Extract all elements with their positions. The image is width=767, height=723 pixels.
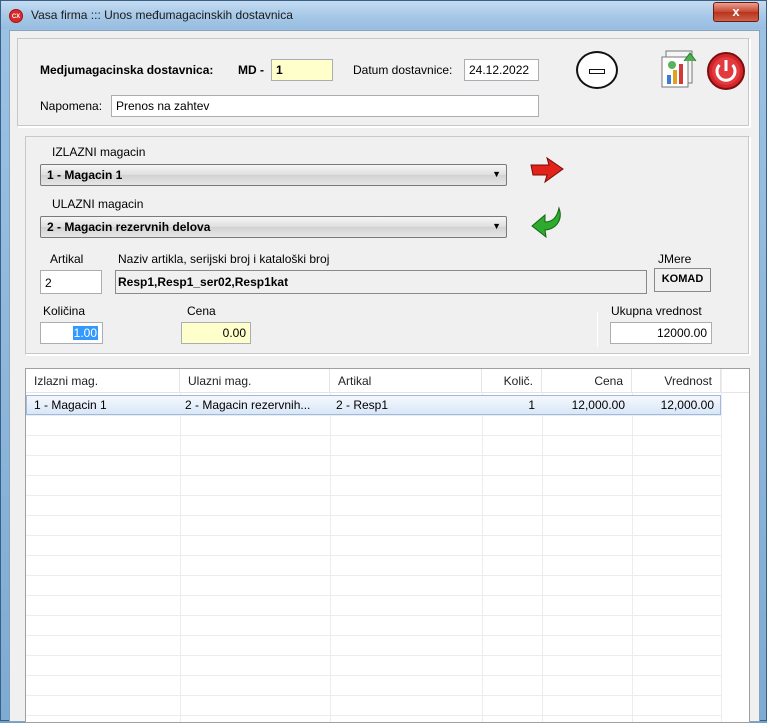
chevron-down-icon: ▼ [492, 169, 501, 179]
kolicina-value: 1.00 [72, 326, 98, 340]
grid-line [330, 393, 331, 722]
separator [597, 312, 598, 347]
col-ulazni[interactable]: Ulazni mag. [180, 369, 330, 393]
grid-line [26, 435, 721, 436]
app-icon: CX [9, 9, 23, 23]
doc-label: Medjumagacinska dostavnica: [40, 63, 214, 77]
chevron-down-icon: ▼ [492, 221, 501, 231]
items-grid[interactable]: Izlazni mag. Ulazni mag. Artikal Količ. … [25, 368, 750, 723]
cell-cena: 12,000.00 [571, 398, 625, 412]
grid-line [180, 393, 181, 722]
note-input[interactable]: Prenos na zahtev [111, 95, 539, 117]
note-label: Napomena: [40, 99, 103, 113]
grid-line [26, 655, 721, 656]
col-kolicina[interactable]: Količ. [482, 369, 542, 393]
grid-line [26, 475, 721, 476]
green-arrow-curved-icon [531, 206, 561, 239]
grid-header: Izlazni mag. Ulazni mag. Artikal Količ. … [26, 369, 749, 393]
cell-artikal: 2 - Resp1 [336, 398, 389, 412]
out-warehouse-label: IZLAZNI magacin [52, 145, 146, 159]
artikal-input[interactable]: 2 [40, 270, 102, 294]
grid-line [26, 555, 721, 556]
grid-line [542, 393, 543, 722]
client-area: Medjumagacinska dostavnica: MD - 1 Datum… [9, 30, 760, 723]
grid-line [26, 495, 721, 496]
grid-line [26, 595, 721, 596]
grid-line [482, 393, 483, 722]
col-izlazni[interactable]: Izlazni mag. [26, 369, 180, 393]
ukupno-label: Ukupna vrednost [611, 304, 702, 318]
out-warehouse-select[interactable]: 1 - Magacin 1 ▼ [40, 164, 507, 186]
col-vrednost[interactable]: Vrednost [632, 369, 721, 393]
grid-line [26, 675, 721, 676]
minus-circle-button[interactable] [576, 51, 618, 89]
kolicina-input[interactable]: 1.00 [40, 322, 103, 344]
grid-line [26, 535, 721, 536]
date-input[interactable]: 24.12.2022 [464, 59, 539, 81]
grid-line [632, 393, 633, 722]
out-warehouse-value: 1 - Magacin 1 [47, 168, 123, 182]
title-bar[interactable]: CX Vasa firma ::: Unos međumagacinskih d… [1, 1, 766, 29]
artikal-label: Artikal [50, 252, 84, 266]
table-row[interactable]: 1 - Magacin 1 2 - Magacin rezervnih... 2… [26, 395, 721, 415]
close-window-button[interactable]: x [713, 2, 759, 22]
col-artikal[interactable]: Artikal [330, 369, 482, 393]
cena-label: Cena [187, 304, 216, 318]
cell-izlazni: 1 - Magacin 1 [34, 398, 107, 412]
md-number-input[interactable]: 1 [271, 59, 333, 81]
cell-vrednost: 12,000.00 [660, 398, 714, 412]
jmere-label: JMere [658, 252, 692, 266]
in-warehouse-label: ULAZNI magacin [52, 197, 144, 211]
kolicina-label: Količina [43, 304, 86, 318]
jmere-field: KOMAD [654, 268, 711, 292]
grid-line [26, 575, 721, 576]
in-warehouse-value: 2 - Magacin rezervnih delova [47, 220, 211, 234]
power-button[interactable] [706, 51, 746, 91]
cell-kolicina: 1 [528, 398, 535, 412]
window-title: Vasa firma ::: Unos međumagacinskih dost… [31, 8, 293, 22]
naziv-field: Resp1,Resp1_ser02,Resp1kat [115, 270, 647, 294]
col-cena[interactable]: Cena [542, 369, 632, 393]
cena-input[interactable]: 0.00 [181, 322, 251, 344]
ukupno-field: 12000.00 [610, 322, 712, 344]
minus-circle-icon [589, 69, 605, 74]
grid-line [26, 715, 721, 716]
cell-ulazni: 2 - Magacin rezervnih... [185, 398, 311, 412]
date-label: Datum dostavnice: [353, 63, 453, 77]
naziv-label: Naziv artikla, serijski broj i kataloški… [118, 252, 330, 266]
grid-line [26, 635, 721, 636]
md-label: MD - [238, 63, 264, 77]
red-arrow-right-icon [530, 156, 564, 184]
grid-line [26, 695, 721, 696]
in-warehouse-select[interactable]: 2 - Magacin rezervnih delova ▼ [40, 216, 507, 238]
report-chart-icon[interactable] [660, 47, 700, 89]
grid-line [26, 615, 721, 616]
grid-line [721, 369, 722, 722]
grid-line [26, 515, 721, 516]
application-window: CX Vasa firma ::: Unos međumagacinskih d… [0, 0, 767, 723]
grid-line [26, 415, 721, 416]
grid-line [26, 455, 721, 456]
